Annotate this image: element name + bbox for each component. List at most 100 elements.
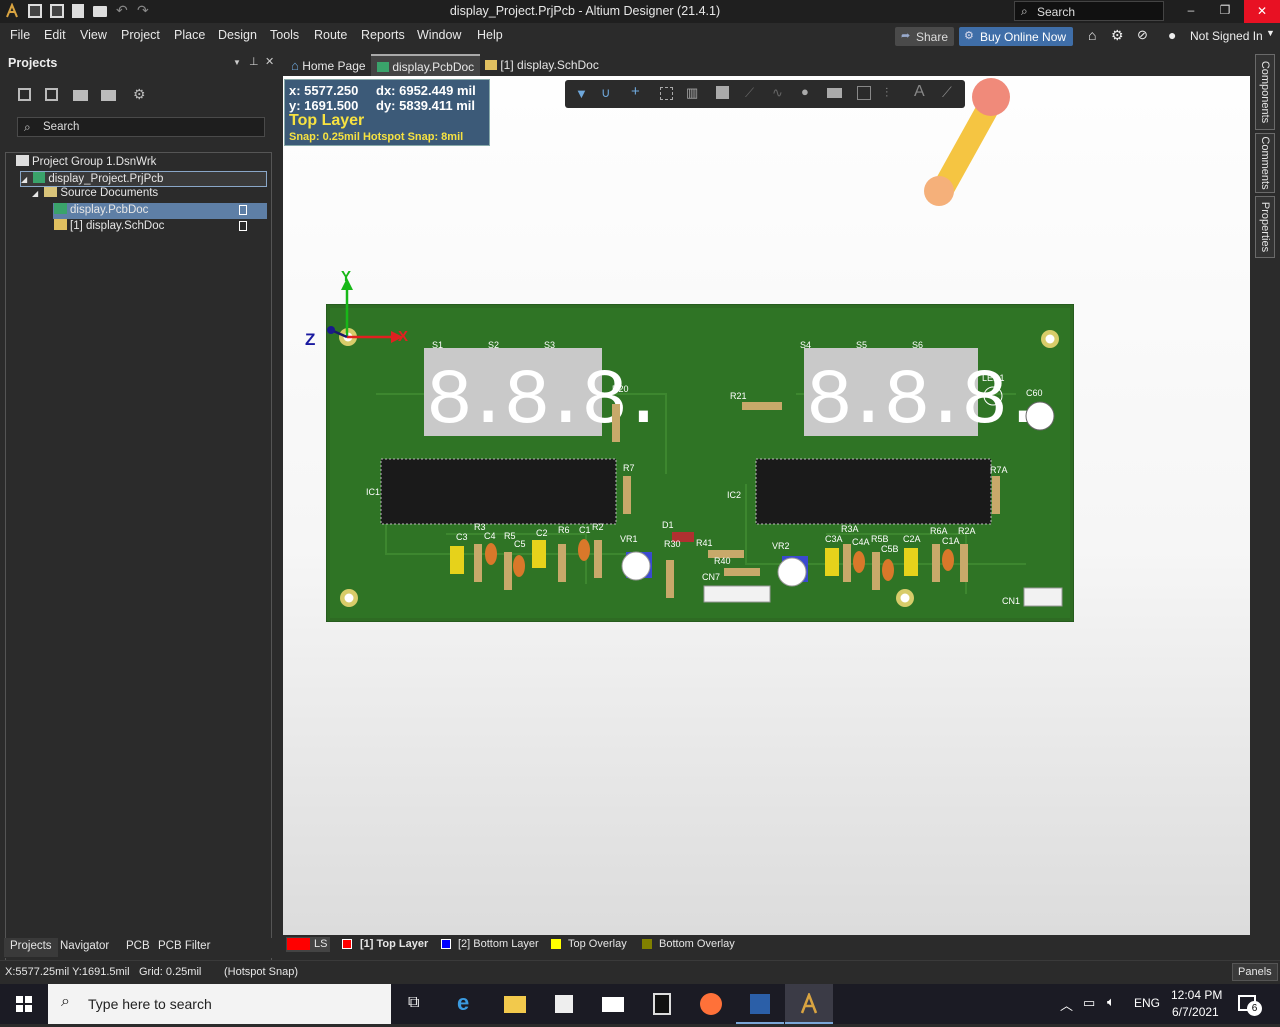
minimize-button[interactable]: –	[1176, 3, 1206, 17]
tab-schdoc[interactable]: [1] display.SchDoc	[479, 54, 605, 76]
pin-icon[interactable]: ⊥	[249, 55, 259, 68]
network-icon[interactable]: ▭	[1083, 995, 1095, 1011]
menu-view[interactable]: View	[80, 28, 107, 42]
tree-item-project-group[interactable]: Project Group 1.DsnWrk	[16, 155, 156, 168]
start-button[interactable]	[0, 984, 48, 1024]
panel-tab-pcb[interactable]: PCB	[126, 940, 150, 952]
silk-s3: S3	[544, 340, 555, 350]
settings-gear-icon[interactable]: ⚙	[133, 86, 146, 103]
pcb-board[interactable]: 8.8.8. 8.8.8. S1 S2 S3 S4 S5 S6 R20 R21 …	[326, 304, 1074, 622]
menu-window[interactable]: Window	[417, 28, 461, 42]
tab-home-page[interactable]: ⌂ Home Page	[285, 54, 372, 76]
buy-online-button[interactable]: ⚙ Buy Online Now	[959, 27, 1073, 46]
panel-menu-chevron-icon[interactable]: ▼	[233, 58, 241, 67]
clock-time[interactable]: 12:04 PM	[1171, 988, 1222, 1002]
schematic-doc-icon	[485, 60, 497, 70]
file-explorer-icon[interactable]	[491, 984, 539, 1024]
tab-properties-label: Properties	[1259, 201, 1271, 253]
tab-home-page-label: Home Page	[302, 59, 366, 73]
tab-properties[interactable]: Properties	[1255, 196, 1275, 258]
tab-pcbdoc[interactable]: display.PcbDoc	[371, 54, 481, 76]
tab-comments[interactable]: Comments	[1255, 133, 1275, 193]
layer-set-ls[interactable]: LS	[286, 937, 330, 952]
resistor-r3	[474, 544, 482, 582]
menu-reports[interactable]: Reports	[361, 28, 405, 42]
menu-edit[interactable]: Edit	[44, 28, 66, 42]
volume-icon[interactable]: 🔈︎	[1107, 994, 1115, 1010]
menu-file[interactable]: File	[10, 28, 30, 42]
taskbar-search-box[interactable]: ⌕ Type here to search	[48, 984, 391, 1024]
heads-up-display: x: 5577.250 dx: 6952.449 mil y: 1691.500…	[284, 79, 490, 146]
language-indicator[interactable]: ENG	[1134, 996, 1160, 1010]
panel-close-icon[interactable]: ✕	[265, 55, 274, 68]
dimension-icon[interactable]	[857, 86, 871, 100]
altium-taskbar-icon[interactable]	[785, 984, 833, 1024]
film-icon[interactable]	[638, 984, 686, 1024]
save-project-icon[interactable]	[18, 88, 31, 101]
source-documents-label: Source Documents	[60, 187, 159, 199]
via-icon[interactable]: ●	[801, 84, 809, 99]
project-search-field[interactable]: ⌕ Search	[17, 117, 265, 137]
menu-place[interactable]: Place	[174, 28, 205, 42]
notification-center-icon[interactable]: 6	[1238, 995, 1262, 1016]
ceramic-cap	[578, 539, 590, 561]
panel-tab-projects[interactable]: Projects	[4, 938, 58, 957]
filter-icon[interactable]: ▼	[575, 86, 588, 101]
clock-date[interactable]: 6/7/2021	[1172, 1005, 1219, 1019]
copy-project-icon[interactable]	[45, 88, 58, 101]
cross-probe-icon[interactable]: +	[631, 83, 640, 100]
folder-settings-icon[interactable]	[101, 90, 116, 101]
panels-button[interactable]: Panels	[1232, 963, 1278, 981]
resistor-r7a	[992, 476, 1000, 514]
tree-item-schdoc[interactable]: [1] display.SchDoc	[54, 219, 267, 232]
user-icon[interactable]: ●	[1168, 27, 1176, 43]
silk-c3: C3	[456, 532, 468, 542]
share-button[interactable]: ➦ Share	[895, 27, 954, 46]
menu-project[interactable]: Project	[121, 28, 160, 42]
tree-item-source-documents[interactable]: ◢ Source Documents	[32, 187, 158, 199]
tree-item-pcbdoc[interactable]: display.PcbDoc	[53, 203, 267, 219]
global-search[interactable]: ⌕ Search	[1014, 1, 1164, 21]
home-icon[interactable]: ⌂	[1088, 27, 1096, 43]
task-view-icon[interactable]: ⧉	[392, 984, 440, 1024]
align-icon[interactable]: ▥	[686, 85, 698, 101]
document-status-icon	[239, 221, 247, 231]
component-icon[interactable]	[716, 86, 729, 99]
fill-icon[interactable]	[827, 88, 842, 98]
route-icon[interactable]: ⟋	[745, 85, 754, 101]
chevron-up-icon[interactable]: ︿	[1060, 995, 1073, 1014]
restore-button[interactable]: ❐	[1210, 3, 1240, 17]
menu-design[interactable]: Design	[218, 28, 257, 42]
hud-snap: Snap: 0.25mil Hotspot Snap: 8mil	[289, 131, 464, 143]
magnet-icon[interactable]: ∪	[601, 85, 611, 101]
menu-route[interactable]: Route	[314, 28, 347, 42]
pcb-editor-canvas[interactable]: 8.8.8. 8.8.8. S1 S2 S3 S4 S5 S6 R20 R21 …	[283, 76, 1250, 935]
firefox-icon[interactable]	[687, 984, 735, 1024]
panel-tab-navigator[interactable]: Navigator	[60, 940, 109, 952]
notifications-off-icon[interactable]: ⊘	[1137, 27, 1148, 43]
chart-icon[interactable]: ⫶	[885, 85, 888, 101]
panel-tab-pcb-filter[interactable]: PCB Filter	[158, 940, 210, 952]
sign-in-label[interactable]: Not Signed In	[1190, 29, 1263, 43]
display-digits-left: 8.8.8.	[426, 358, 659, 446]
edge-icon[interactable]: e	[442, 984, 490, 1024]
search-icon: ⌕	[24, 120, 31, 134]
mail-icon[interactable]	[589, 984, 637, 1024]
chevron-down-icon[interactable]: ▼	[1266, 28, 1275, 38]
store-icon[interactable]	[540, 984, 588, 1024]
taskbar-search-placeholder: Type here to search	[88, 996, 212, 1012]
menu-help[interactable]: Help	[477, 28, 503, 42]
gear-icon[interactable]: ⚙	[1111, 27, 1124, 44]
select-rect-icon[interactable]	[660, 87, 673, 100]
tree-item-project[interactable]: ◢ display_Project.PrjPcb	[20, 171, 267, 187]
open-folder-icon[interactable]	[73, 90, 88, 101]
tab-components[interactable]: Components	[1255, 54, 1275, 130]
powershell-icon[interactable]	[736, 984, 784, 1024]
menu-tools[interactable]: Tools	[270, 28, 299, 42]
diff-pair-icon[interactable]: ∿	[772, 85, 783, 101]
line-icon[interactable]: ⟋	[942, 84, 952, 101]
notification-count-badge: 6	[1247, 1001, 1262, 1016]
text-icon[interactable]: A	[914, 83, 925, 101]
close-button[interactable]: ✕	[1244, 0, 1280, 23]
silk-r20: R20	[612, 384, 629, 394]
